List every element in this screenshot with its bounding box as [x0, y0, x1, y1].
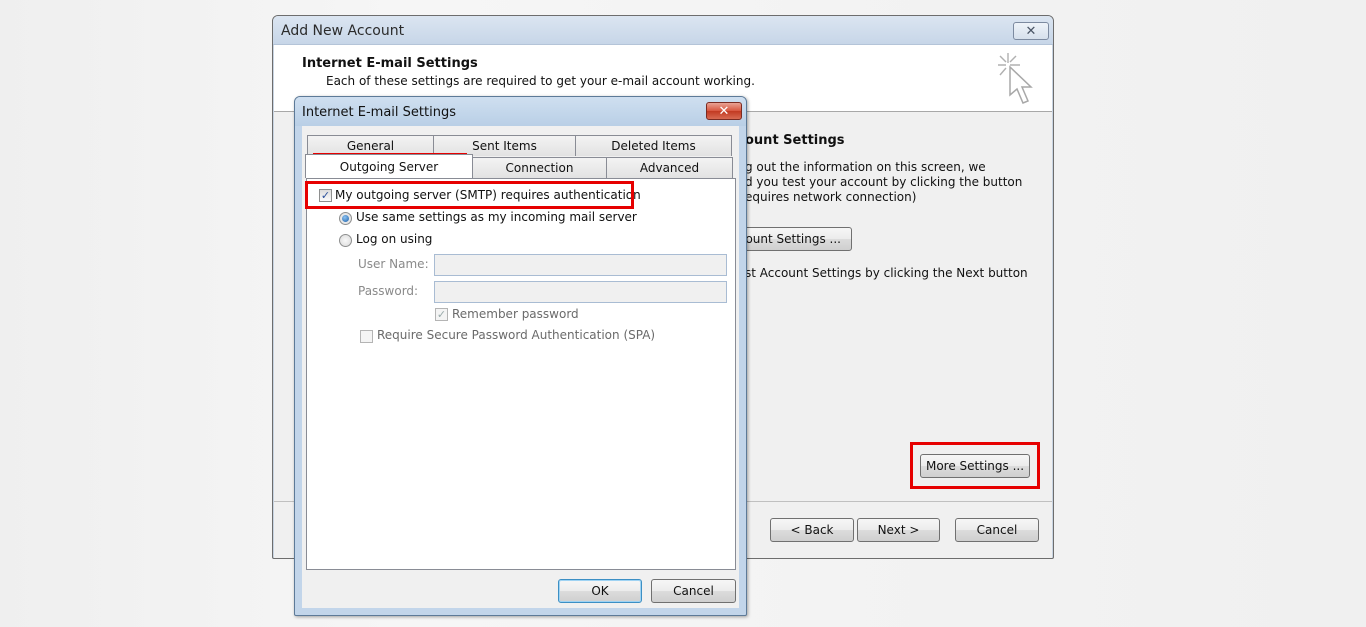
same-settings-label: Use same settings as my incoming mail se… — [356, 210, 637, 224]
info-line-3: equires network connection) — [745, 190, 917, 204]
password-label: Password: — [358, 284, 419, 298]
next-hint-text: st Account Settings by clicking the Next… — [745, 266, 1028, 280]
main-window-title: Add New Account — [281, 23, 405, 39]
ok-button[interactable]: OK — [558, 579, 642, 603]
outgoing-server-panel: ✓ My outgoing server (SMTP) requires aut… — [306, 178, 736, 570]
dialog-title: Internet E-mail Settings — [302, 105, 456, 120]
next-button[interactable]: Next > — [857, 518, 940, 542]
tab-deleted-items[interactable]: Deleted Items — [575, 135, 732, 156]
header-subtitle: Each of these settings are required to g… — [326, 74, 755, 88]
main-titlebar: Add New Account ✕ — [273, 16, 1053, 45]
spa-checkbox[interactable] — [360, 330, 373, 343]
username-input[interactable] — [434, 254, 727, 276]
logon-using-label: Log on using — [356, 232, 433, 246]
info-line-1: g out the information on this screen, we — [745, 160, 986, 174]
test-settings-title: ount Settings — [745, 133, 845, 148]
info-line-2: d you test your account by clicking the … — [745, 175, 1023, 189]
smtp-auth-highlight — [305, 181, 634, 209]
more-settings-highlight — [910, 442, 1040, 489]
header-title: Internet E-mail Settings — [302, 56, 478, 71]
back-button[interactable]: < Back — [770, 518, 854, 542]
tab-advanced[interactable]: Advanced — [606, 157, 733, 178]
same-settings-radio[interactable] — [339, 212, 352, 225]
dialog-close-button[interactable]: ✕ — [706, 102, 742, 120]
cancel-button[interactable]: Cancel — [955, 518, 1039, 542]
internet-email-settings-dialog: Internet E-mail Settings ✕ General Sent … — [294, 96, 747, 616]
tab-outgoing-server[interactable]: Outgoing Server — [305, 154, 473, 178]
username-label: User Name: — [358, 257, 429, 271]
tab-connection[interactable]: Connection — [472, 157, 607, 178]
logon-using-radio[interactable] — [339, 234, 352, 247]
remember-password-label: Remember password — [452, 307, 579, 321]
close-icon: ✕ — [718, 103, 730, 119]
spa-label: Require Secure Password Authentication (… — [377, 328, 656, 342]
dialog-cancel-button[interactable]: Cancel — [651, 579, 736, 603]
cursor-sparkle-icon — [998, 53, 1033, 104]
close-icon: ✕ — [1025, 23, 1037, 39]
password-input[interactable] — [434, 281, 727, 303]
dialog-titlebar: Internet E-mail Settings ✕ — [295, 97, 746, 126]
main-close-button[interactable]: ✕ — [1013, 22, 1049, 40]
remember-password-checkbox[interactable]: ✓ — [435, 308, 448, 321]
